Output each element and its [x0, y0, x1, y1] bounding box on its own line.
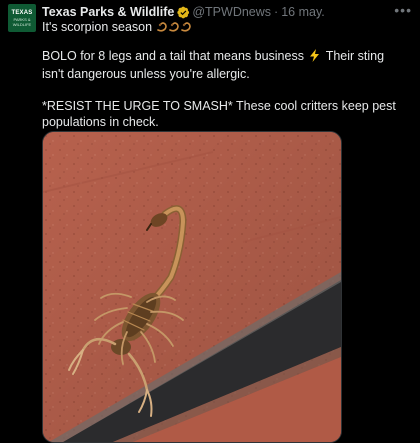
- account-handle[interactable]: @TPWDnews: [192, 5, 271, 19]
- tweet: TEXAS PARKS & WILDLIFE Texas Parks & Wil…: [0, 0, 420, 443]
- tweet-line1-text: It's scorpion season: [42, 20, 153, 34]
- tweet-date[interactable]: 16 may.: [281, 5, 325, 19]
- tweet-paragraph-1: BOLO for 8 legs and a tail that means bu…: [42, 48, 407, 82]
- verified-badge-icon[interactable]: [177, 6, 190, 19]
- high-voltage-emoji-icon: [309, 49, 320, 66]
- avatar-text-line1: TEXAS: [11, 9, 33, 16]
- avatar-text-line3: WILDLIFE: [12, 21, 32, 27]
- tweet-media-photo[interactable]: [42, 131, 342, 443]
- avatar[interactable]: TEXAS PARKS & WILDLIFE: [8, 4, 36, 32]
- scorpion-emoji-icon: [156, 21, 192, 33]
- scorpion-photo-illustration: [43, 132, 341, 442]
- account-name[interactable]: Texas Parks & Wildlife: [42, 5, 174, 19]
- more-options-icon[interactable]: •••: [394, 3, 412, 17]
- tweet-line1: It's scorpion season: [42, 20, 192, 34]
- tweet-header: Texas Parks & Wildlife @TPWDnews · 16 ma…: [42, 3, 400, 21]
- tweet-paragraph-2: *RESIST THE URGE TO SMASH* These cool cr…: [42, 99, 396, 129]
- separator-dot: ·: [274, 5, 279, 19]
- tweet-paragraph-1a: BOLO for 8 legs and a tail that means bu…: [42, 49, 304, 63]
